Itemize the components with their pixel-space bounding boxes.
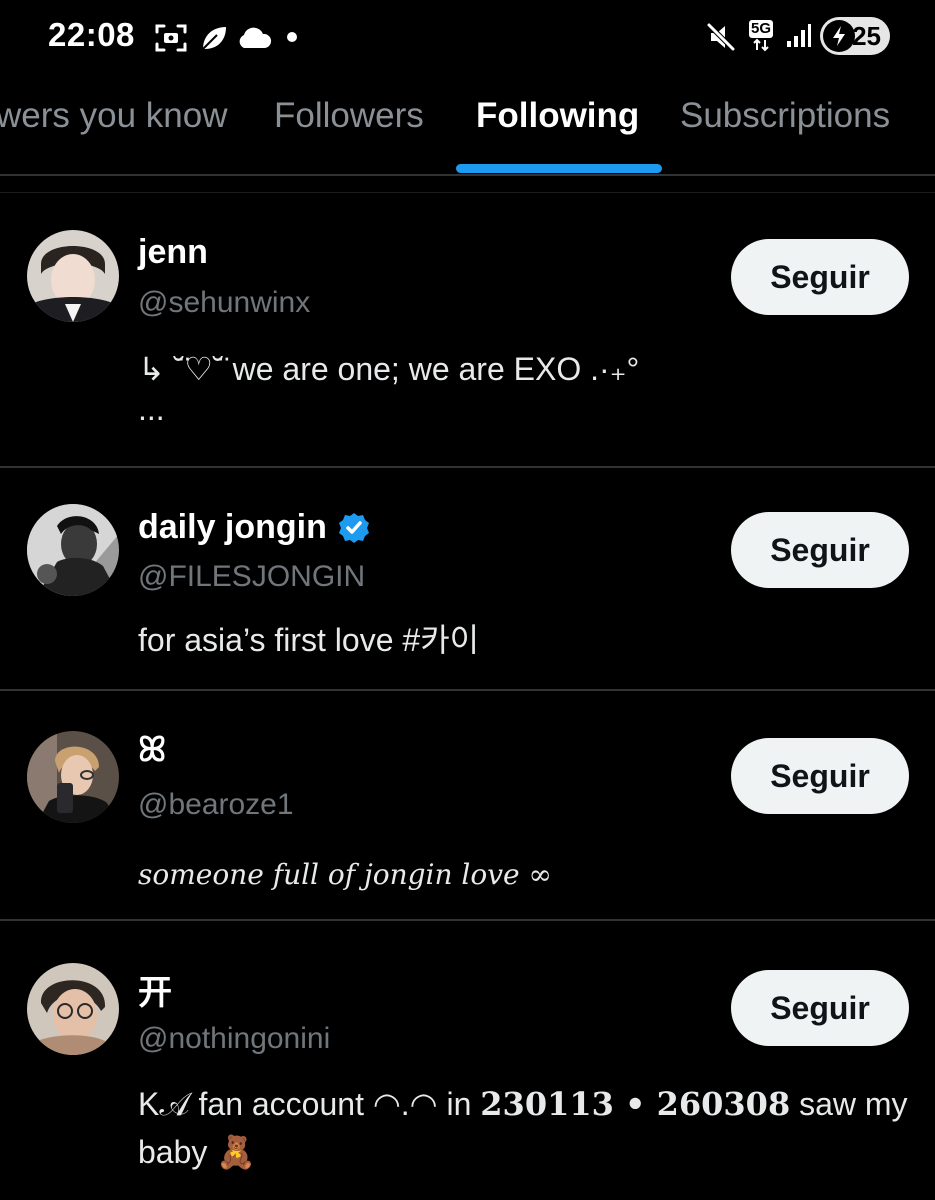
battery-charging-icon (823, 20, 855, 52)
tab-followers[interactable]: Followers (274, 96, 424, 136)
user-name[interactable]: jenn (138, 233, 208, 272)
bio-line: ↳ ˘̈♡˘̈ we are one; we are EXO .·₊° (138, 351, 640, 387)
mute-icon (704, 20, 738, 54)
follow-button[interactable]: Seguir (731, 512, 909, 588)
user-row[interactable]: jenn @sehunwinx ↳ ˘̈♡˘̈ we are one; we a… (0, 193, 935, 466)
avatar[interactable] (27, 230, 119, 322)
screenshot-icon (154, 22, 188, 54)
follow-tabs: wers you know Followers Following Subscr… (0, 90, 935, 174)
tabs-divider (0, 174, 935, 176)
user-bio: for asia’s first love #카이 (138, 622, 480, 658)
signal-icon (784, 22, 812, 50)
user-row[interactable]: ꕤ @bearoze1 someone full of jongin love … (0, 691, 935, 919)
bio-dates: 230113 • 260308 (480, 1085, 791, 1123)
bio-line: baby 🧸 (138, 1134, 257, 1170)
user-bio: ↳ ˘̈♡˘̈ we are one; we are EXO .·₊° ... (138, 345, 898, 425)
dot-icon (286, 31, 298, 43)
active-tab-indicator (456, 164, 662, 173)
user-row[interactable]: 开 @nothingonini K𝒜 fan account ◠.◠ in 23… (0, 921, 935, 1200)
user-row[interactable]: daily jongin @FILESJONGIN for asia’s fir… (0, 468, 935, 689)
user-bio: K𝒜 fan account ◠.◠ in 230113 • 260308 sa… (138, 1080, 908, 1176)
cloud-icon (236, 26, 272, 50)
user-name-text: daily jongin (138, 508, 327, 546)
status-bar: 22:08 5G 25 (0, 0, 935, 76)
bio-line: ... (138, 391, 165, 427)
user-bio: someone full of jongin love ∞ (138, 858, 552, 891)
verified-badge-icon (337, 511, 371, 545)
user-handle[interactable]: @FILESJONGIN (138, 560, 365, 594)
bio-text: K𝒜 fan account ◠.◠ in (138, 1086, 481, 1122)
battery-indicator: 25 (820, 17, 890, 55)
user-name[interactable]: 开 (138, 965, 172, 1014)
user-handle[interactable]: @bearoze1 (138, 788, 294, 822)
tab-following[interactable]: Following (476, 96, 639, 136)
tab-subscriptions[interactable]: Subscriptions (680, 96, 890, 136)
follow-button[interactable]: Seguir (731, 738, 909, 814)
user-handle[interactable]: @sehunwinx (138, 286, 310, 320)
follow-button[interactable]: Seguir (731, 239, 909, 315)
leaf-icon (198, 22, 230, 54)
user-name[interactable]: ꕤ (138, 731, 166, 770)
user-handle[interactable]: @nothingonini (138, 1022, 330, 1056)
network-label: 5G (748, 20, 773, 38)
avatar[interactable] (27, 731, 119, 823)
tab-followers-you-know[interactable]: wers you know (0, 96, 227, 136)
user-name[interactable]: daily jongin (138, 508, 371, 547)
status-time: 22:08 (48, 16, 135, 53)
network-5g-icon: 5G (745, 17, 777, 55)
bio-text: saw my (790, 1086, 908, 1122)
follow-button[interactable]: Seguir (731, 970, 909, 1046)
battery-level: 25 (852, 20, 881, 51)
avatar[interactable] (27, 963, 119, 1055)
bio-line: K𝒜 fan account ◠.◠ in 230113 • 260308 sa… (138, 1080, 908, 1128)
avatar[interactable] (27, 504, 119, 596)
